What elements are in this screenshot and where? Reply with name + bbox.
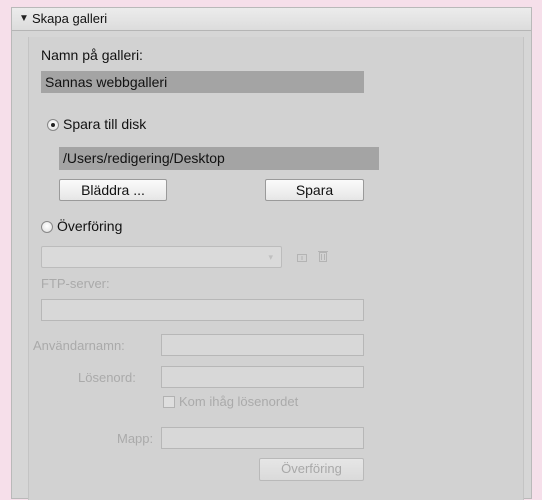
save-button[interactable]: Spara [265,179,364,201]
username-field[interactable] [161,334,364,356]
browse-button[interactable]: Bläddra ... [59,179,167,201]
add-preset-icon[interactable] [296,251,308,266]
ftp-server-field[interactable] [41,299,364,321]
transfer-radio[interactable] [41,221,53,233]
select-arrow-icon: ▾ [268,252,273,262]
gallery-name-label: Namn på galleri: [41,47,143,63]
trash-icon[interactable] [317,249,329,266]
gallery-name-field[interactable]: Sannas webbgalleri [41,71,364,93]
create-gallery-panel: ▼ Skapa galleri Namn på galleri: Sannas … [11,7,532,500]
panel-header[interactable]: ▼ Skapa galleri [12,8,531,31]
disclosure-triangle-icon[interactable]: ▼ [19,13,29,24]
username-label: Användarnamn: [33,338,125,353]
save-to-disk-radio[interactable] [47,119,59,131]
preset-select[interactable]: ▾ [41,246,282,268]
panel-title: Skapa galleri [32,11,108,26]
folder-label: Mapp: [117,431,154,446]
panel-content: Namn på galleri: Sannas webbgalleri Spar… [28,37,524,500]
folder-field[interactable] [161,427,364,449]
password-label: Lösenord: [78,370,136,385]
transfer-label: Överföring [57,218,123,234]
disk-path-field[interactable]: /Users/redigering/Desktop [59,147,379,170]
password-field[interactable] [161,366,364,388]
remember-password-label: Kom ihåg lösenordet [179,394,299,409]
remember-password-checkbox[interactable] [163,396,175,408]
transfer-button[interactable]: Överföring [259,458,364,481]
save-to-disk-label: Spara till disk [63,116,147,132]
ftp-server-label: FTP-server: [41,276,110,291]
